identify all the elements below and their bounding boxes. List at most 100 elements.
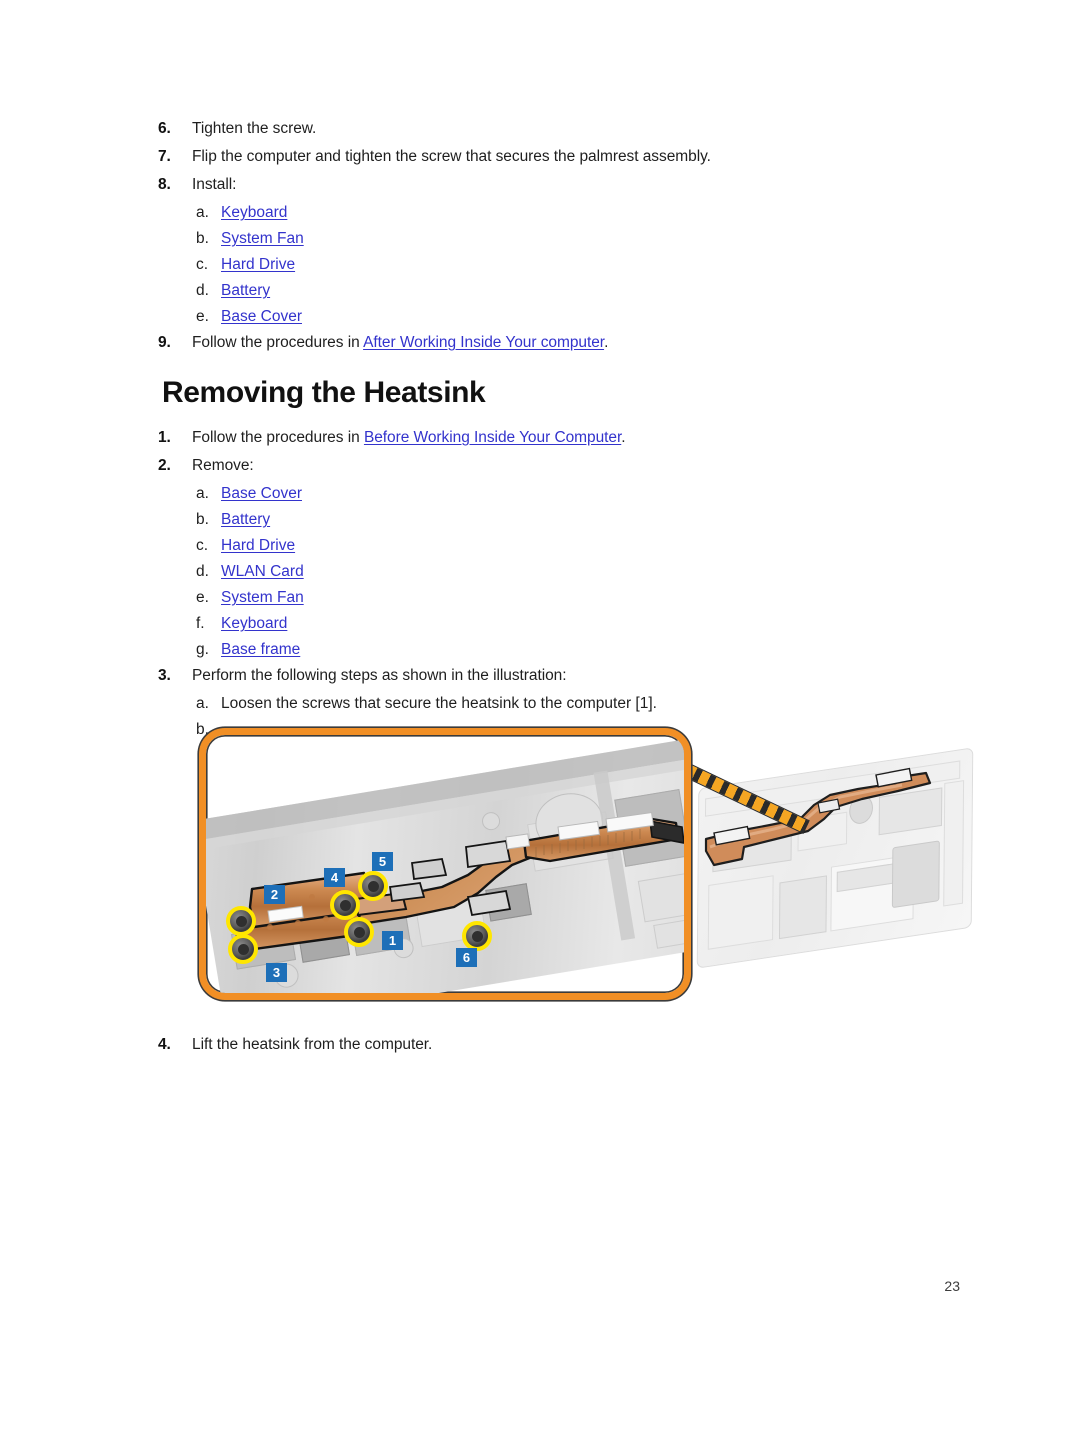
- link-battery[interactable]: Battery: [221, 511, 270, 528]
- step-text: Perform the following steps as shown in …: [192, 667, 567, 684]
- install-item: b. System Fan: [158, 228, 948, 249]
- step-text: Flip the computer and tighten the screw …: [192, 148, 711, 165]
- link-keyboard[interactable]: Keyboard: [221, 615, 287, 632]
- callout-marker-5: [358, 871, 388, 901]
- remove-item: b. Battery: [158, 509, 948, 530]
- zoom-box-content: 1 2 3 4 5 6: [206, 735, 684, 993]
- install-item-list: a. Keyboard b. System Fan c. Hard Drive …: [158, 202, 948, 327]
- substep-text: Keyboard: [221, 613, 287, 634]
- install-item: d. Battery: [158, 280, 948, 301]
- remove-item: a. Base Cover: [158, 483, 948, 504]
- substep-marker: b.: [196, 511, 209, 528]
- step-marker: 6.: [158, 120, 171, 137]
- link-before-working-inside-your-computer[interactable]: Before Working Inside Your Computer: [364, 429, 621, 446]
- callout-badge-4: 4: [324, 868, 345, 887]
- step-text: Tighten the screw.: [192, 120, 317, 137]
- link-system-fan[interactable]: System Fan: [221, 230, 304, 247]
- step-item: 1. Follow the procedures in Before Worki…: [158, 427, 948, 448]
- link-base-frame[interactable]: Base frame: [221, 641, 300, 658]
- step-text-suffix: .: [604, 334, 609, 351]
- step-text: Install:: [192, 176, 237, 193]
- step-marker: 3.: [158, 667, 171, 684]
- callout-badge-5: 5: [372, 852, 393, 871]
- post-figure-step: 4. Lift the heatsink from the computer.: [158, 1034, 948, 1062]
- install-item: e. Base Cover: [158, 306, 948, 327]
- removal-procedure-steps: 1. Follow the procedures in Before Worki…: [158, 427, 948, 476]
- link-base-cover[interactable]: Base Cover: [221, 308, 302, 325]
- step-item: 2. Remove:: [158, 455, 948, 476]
- board-label: [637, 871, 684, 923]
- callout-marker-3: [228, 934, 258, 964]
- callout-badge-3: 3: [266, 963, 287, 982]
- board-label: [653, 919, 684, 949]
- step-item: 3. Perform the following steps as shown …: [158, 665, 948, 686]
- substep-text: Hard Drive: [221, 254, 295, 275]
- previous-procedure-final: 9. Follow the procedures in After Workin…: [158, 332, 948, 353]
- callout-marker-1: [344, 917, 374, 947]
- substep-marker: d.: [196, 563, 209, 580]
- substep-text: Battery: [221, 509, 270, 530]
- link-after-working-inside-your-computer[interactable]: After Working Inside Your computer: [363, 334, 604, 351]
- removal-step-4: 4. Lift the heatsink from the computer.: [158, 1034, 948, 1055]
- substep-marker: c.: [196, 537, 209, 554]
- link-wlan-card[interactable]: WLAN Card: [221, 563, 304, 580]
- substep-marker: c.: [196, 256, 209, 273]
- link-battery[interactable]: Battery: [221, 282, 270, 299]
- step-marker: 4.: [158, 1036, 171, 1053]
- callout-marker-4: [330, 890, 360, 920]
- substep-text: Keyboard: [221, 202, 287, 223]
- substep-text: Hard Drive: [221, 535, 295, 556]
- zoom-callout-box: 1 2 3 4 5 6: [199, 728, 691, 1000]
- heatsink-overview-shape: [704, 767, 932, 867]
- substep-text: Base Cover: [221, 306, 302, 327]
- step-marker: 9.: [158, 334, 171, 351]
- install-item: a. Keyboard: [158, 202, 948, 223]
- step-text: Remove:: [192, 457, 254, 474]
- step-text: Follow the procedures in Before Working …: [192, 427, 626, 448]
- laptop-overview-image: [690, 747, 990, 987]
- substep-text: Battery: [221, 280, 270, 301]
- substep-text: Loosen the screws that secure the heatsi…: [221, 695, 657, 712]
- step-item: 9. Follow the procedures in After Workin…: [158, 332, 948, 353]
- step-marker: 7.: [158, 148, 171, 165]
- remove-item: g. Base frame: [158, 639, 948, 660]
- step-item: 6. Tighten the screw.: [158, 118, 948, 139]
- substep-marker: e.: [196, 308, 209, 325]
- substep-text: Base frame: [221, 639, 300, 660]
- link-keyboard[interactable]: Keyboard: [221, 204, 287, 221]
- substep-marker: b.: [196, 230, 209, 247]
- remove-item-list: a. Base Cover b. Battery c. Hard Drive d…: [158, 483, 948, 660]
- step-text: Lift the heatsink from the computer.: [192, 1036, 433, 1053]
- heatsink-illustration: 1 2 3 4 5 6: [0, 715, 1080, 1020]
- page-content: 6. Tighten the screw. 7. Flip the comput…: [158, 118, 948, 745]
- substep-item: a. Loosen the screws that secure the hea…: [158, 693, 948, 714]
- board-chip: [614, 788, 684, 867]
- substep-text: System Fan: [221, 228, 304, 249]
- link-hard-drive[interactable]: Hard Drive: [221, 256, 295, 273]
- substep-text: Base Cover: [221, 483, 302, 504]
- link-base-cover[interactable]: Base Cover: [221, 485, 302, 502]
- step-marker: 1.: [158, 429, 171, 446]
- link-hard-drive[interactable]: Hard Drive: [221, 537, 295, 554]
- remove-item: e. System Fan: [158, 587, 948, 608]
- step-item: 8. Install:: [158, 174, 948, 195]
- step-item: 7. Flip the computer and tighten the scr…: [158, 146, 948, 167]
- step-text-suffix: .: [621, 429, 626, 446]
- callout-badge-1: 1: [382, 931, 403, 950]
- callout-badge-2: 2: [264, 885, 285, 904]
- substep-marker: a.: [196, 204, 209, 221]
- remove-item: c. Hard Drive: [158, 535, 948, 556]
- callout-marker-6: [462, 921, 492, 951]
- page-title: Removing the Heatsink: [162, 376, 486, 409]
- screw-hole: [480, 810, 502, 832]
- substep-marker: d.: [196, 282, 209, 299]
- substep-marker: a.: [196, 695, 209, 712]
- remove-item: f. Keyboard: [158, 613, 948, 634]
- board-chip: [297, 923, 351, 963]
- page-number: 23: [944, 1278, 960, 1294]
- substep-marker: a.: [196, 485, 209, 502]
- link-system-fan[interactable]: System Fan: [221, 589, 304, 606]
- step-text-prefix: Follow the procedures in: [192, 429, 364, 446]
- substep-marker: g.: [196, 641, 209, 658]
- substep-marker: e.: [196, 589, 209, 606]
